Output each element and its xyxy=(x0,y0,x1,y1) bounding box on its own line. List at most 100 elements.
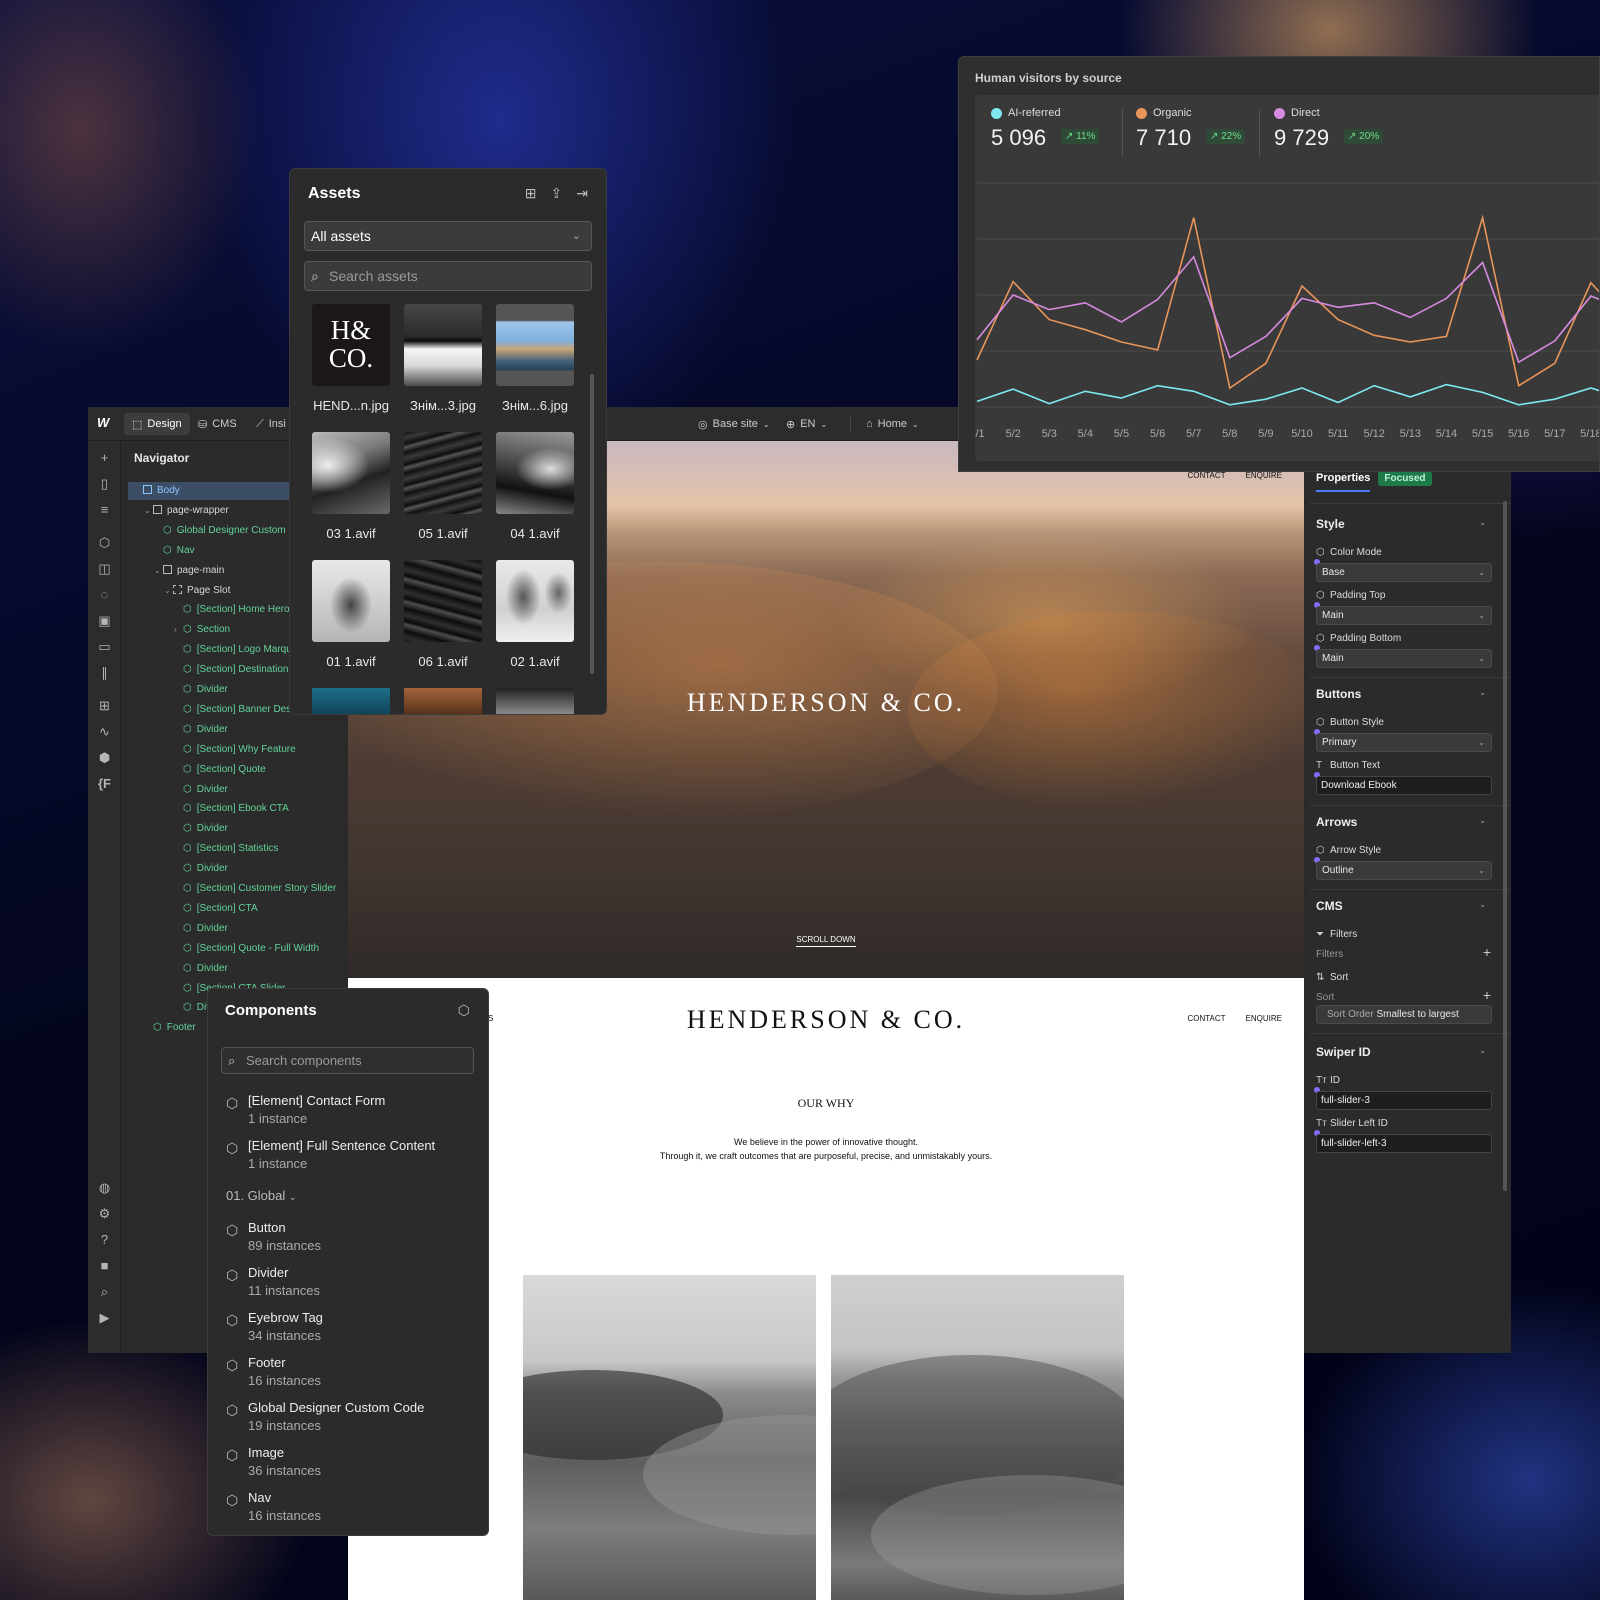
package-icon[interactable]: ⬢ xyxy=(96,749,113,766)
cms-icon[interactable]: ▭ xyxy=(96,638,113,655)
contact-link[interactable]: CONTACT xyxy=(1187,471,1225,480)
image-thumbnail[interactable] xyxy=(496,688,574,714)
component-icon: ⬡ xyxy=(183,962,192,974)
apps-icon[interactable]: ⊞ xyxy=(96,697,113,714)
padding-bottom-select[interactable]: Main ⌄ xyxy=(1316,649,1492,668)
code-icon[interactable]: {F xyxy=(96,775,113,792)
style-section-header[interactable]: Style ⌄ xyxy=(1316,517,1496,531)
add-filter-icon[interactable]: + xyxy=(1483,944,1491,960)
search-components-input[interactable]: ⌕ Search components xyxy=(221,1047,474,1074)
page-selector[interactable]: ⌂ Home ⌄ xyxy=(858,413,927,435)
globe-icon[interactable]: ◍ xyxy=(96,1179,113,1196)
asset-item[interactable]: 01 1.avif xyxy=(312,560,390,669)
chevron-right-icon[interactable]: › xyxy=(174,621,183,639)
add-component-icon[interactable]: ⬡ xyxy=(458,1002,470,1019)
navigator-item[interactable]: ⬡ [Section] CTA xyxy=(128,900,338,918)
navigator-item[interactable]: ⬡ [Section] Ebook CTA xyxy=(128,800,338,818)
padding-top-select[interactable]: Main ⌄ xyxy=(1316,606,1492,625)
asset-item[interactable]: 06 1.avif xyxy=(404,560,482,669)
assets-filter-select[interactable]: All assets ⌄ xyxy=(304,221,592,251)
buttons-section-header[interactable]: Buttons ⌄ xyxy=(1316,687,1496,701)
components-icon[interactable]: ⬡ xyxy=(96,534,113,551)
navigator-item[interactable]: ⬡ [Section] Customer Story Slider xyxy=(128,880,338,898)
chevron-down-icon[interactable]: ⌄ xyxy=(164,582,173,600)
settings-icon[interactable]: ⚙ xyxy=(96,1205,113,1222)
component-icon: ⬡ xyxy=(226,1222,239,1238)
swiper-id-input[interactable]: full-slider-3 xyxy=(1316,1091,1492,1110)
properties-scrollbar[interactable] xyxy=(1503,501,1507,1191)
slider-left-id-input[interactable]: full-slider-left-3 xyxy=(1316,1134,1492,1153)
button-text-input[interactable]: Download Ebook xyxy=(1316,776,1492,795)
asset-item[interactable]: Знім...6.jpg xyxy=(496,304,574,413)
navigator-icon[interactable]: ≡ xyxy=(96,501,113,518)
why-text-line-1: We believe in the power of innovative th… xyxy=(734,1137,918,1147)
chevron-down-icon: ⌄ xyxy=(288,1192,297,1202)
assets-panel: Assets ⊞ ⇪ ⇥ All assets ⌄ ⌕ Search assets … xyxy=(289,168,607,715)
add-sort-icon[interactable]: + xyxy=(1483,987,1491,1003)
tab-design[interactable]: ⬚ Design xyxy=(124,413,190,435)
enquire-link[interactable]: ENQUIRE xyxy=(1246,471,1282,480)
text-icon: Tᴛ xyxy=(1316,1118,1327,1129)
x-tick-label: 5/8 xyxy=(1222,428,1237,440)
assets-scrollbar[interactable] xyxy=(590,374,594,674)
navigator-item[interactable]: ⬡ Divider xyxy=(128,781,338,799)
navigator-item[interactable]: ⬡ [Section] Statistics xyxy=(128,840,338,858)
asset-item[interactable]: 03 1.avif xyxy=(312,432,390,541)
filter-icon: ⏷ xyxy=(1316,929,1324,940)
navigator-item[interactable]: ⬡ [Section] Quote - Full Width xyxy=(128,940,338,958)
navigator-item[interactable]: ⬡ Divider xyxy=(128,920,338,938)
help-icon[interactable]: ? xyxy=(96,1231,113,1248)
upload-icon[interactable]: ⇪ xyxy=(551,185,563,202)
sort-label: Sort xyxy=(1316,992,1335,1003)
add-icon[interactable]: + xyxy=(96,449,113,466)
component-group-header[interactable]: 01. Global ⌄ xyxy=(226,1188,296,1203)
image-thumbnail[interactable] xyxy=(312,688,390,714)
arrow-style-select[interactable]: Outline ⌄ xyxy=(1316,861,1492,880)
webflow-logo-icon[interactable]: W xyxy=(97,415,109,430)
variables-icon[interactable]: ◫ xyxy=(96,560,113,577)
asset-item[interactable]: Знім...3.jpg xyxy=(404,304,482,413)
search-icon[interactable]: ⌕ xyxy=(96,1283,113,1300)
stop-icon[interactable]: ■ xyxy=(96,1257,113,1274)
new-folder-icon[interactable]: ⊞ xyxy=(525,185,537,202)
image-thumbnail[interactable] xyxy=(404,688,482,714)
scroll-down-link[interactable]: SCROLL DOWN xyxy=(348,935,1304,947)
navigator-item-label: Divider xyxy=(196,962,228,974)
search-assets-input[interactable]: ⌕ Search assets xyxy=(304,261,592,291)
color-mode-select[interactable]: Base ⌄ xyxy=(1316,563,1492,582)
asset-item[interactable]: 02 1.avif xyxy=(496,560,574,669)
navigator-item-label: [Section] Home Hero xyxy=(196,604,290,616)
library-icon[interactable]: ∥ xyxy=(96,664,113,681)
styles-icon[interactable]: ◌ xyxy=(96,586,113,603)
site-selector[interactable]: ◎ Base site ⌄ xyxy=(690,413,778,435)
body-icon xyxy=(143,485,152,494)
navigator-item[interactable]: ⬡ Divider xyxy=(128,960,338,978)
asset-item[interactable]: H& CO. HEND...n.jpg xyxy=(312,304,390,413)
focused-badge: Focused xyxy=(1378,470,1432,486)
sort-order-field[interactable]: Sort Order Smallest to largest xyxy=(1316,1005,1492,1024)
asset-item[interactable]: 04 1.avif xyxy=(496,432,574,541)
tab-cms[interactable]: ⛁ CMS xyxy=(190,413,245,435)
arrows-section-header[interactable]: Arrows ⌄ xyxy=(1316,815,1496,829)
enquire-link[interactable]: ENQUIRE xyxy=(1246,1014,1282,1023)
button-style-select[interactable]: Primary ⌄ xyxy=(1316,733,1492,752)
navigator-item[interactable]: ⬡ [Section] Why Feature xyxy=(128,741,338,759)
chart-title: Human visitors by source xyxy=(975,71,1122,85)
navigator-item[interactable]: ⬡ Divider xyxy=(128,721,338,739)
navigator-item[interactable]: ⬡ Divider xyxy=(128,860,338,878)
asset-item[interactable]: 05 1.avif xyxy=(404,432,482,541)
locale-selector[interactable]: ⊕ EN ⌄ xyxy=(778,413,835,435)
swiper-section-header[interactable]: Swiper ID ⌄ xyxy=(1316,1045,1496,1059)
navigator-item[interactable]: ⬡ Divider xyxy=(128,820,338,838)
cms-section-header[interactable]: CMS ⌄ xyxy=(1316,899,1496,913)
chevron-down-icon[interactable]: ⌄ xyxy=(144,502,153,520)
navigator-item[interactable]: ⬡ [Section] Quote xyxy=(128,761,338,779)
audit-icon[interactable]: ∿ xyxy=(96,723,113,740)
tab-insights[interactable]: ⟋ Insi xyxy=(248,413,294,435)
chevron-down-icon[interactable]: ⌄ xyxy=(154,562,163,580)
pages-icon[interactable]: ▯ xyxy=(96,475,113,492)
assets-icon[interactable]: ▣ xyxy=(96,612,113,629)
contact-link[interactable]: CONTACT xyxy=(1187,1014,1225,1023)
collapse-panel-icon[interactable]: ⇥ xyxy=(576,185,588,202)
video-icon[interactable]: ▶ xyxy=(96,1309,113,1326)
